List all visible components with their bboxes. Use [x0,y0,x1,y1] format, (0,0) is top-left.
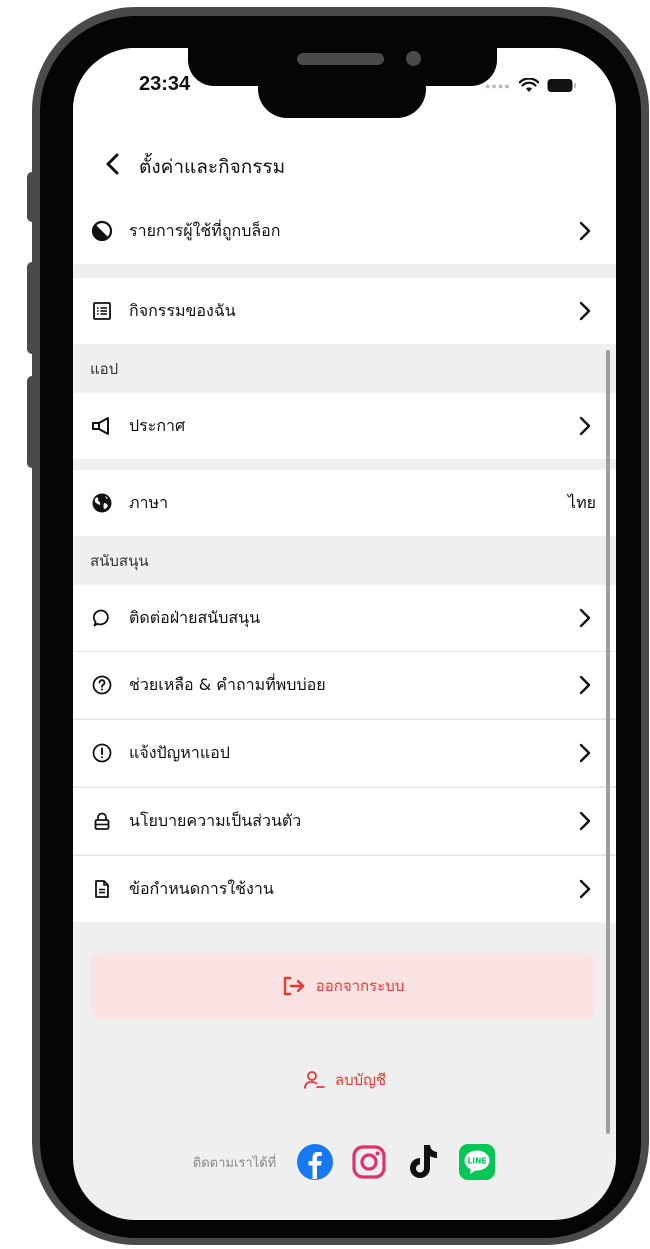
section-header-app: แอป [73,345,616,393]
megaphone-icon [91,415,113,437]
row-label: รายการผู้ใช้ที่ถูกบล็อก [129,220,281,240]
scrollbar[interactable] [606,350,610,1134]
line-icon[interactable]: LINE [458,1143,496,1181]
facebook-icon[interactable] [296,1143,334,1181]
privacy-policy-row[interactable]: นโยบายความเป็นส่วนตัว [73,788,616,854]
lock-icon [91,810,113,832]
document-icon [91,878,113,900]
phone-screen: 23:34 ●●●● ตั้งค่าและกิจกรรม รายการผู้ใช… [73,48,616,1220]
row-label: ช่วยเหลือ & คำถามที่พบบ่อย [129,674,326,694]
row-label: ข้อกำหนดการใช้งาน [129,878,274,898]
row-label: กิจกรรมของฉัน [129,300,236,320]
social-links: ติดตามเราได้ที่ LINE [73,1140,616,1184]
globe-icon [91,492,113,514]
logout-button[interactable]: ออกจากระบบ [91,953,595,1019]
chevron-right-icon [579,221,591,241]
logout-label: ออกจากระบบ [315,977,405,995]
phone-notch-lower [258,60,426,118]
section-title: สนับสนุน [90,552,149,570]
chevron-right-icon [579,675,591,695]
contact-support-row[interactable]: ติดต่อฝ่ายสนับสนุน [73,585,616,651]
row-label: ประกาศ [129,415,186,435]
row-label: นโยบายความเป็นส่วนตัว [129,810,302,830]
page-header: ตั้งค่าและกิจกรรม [73,128,616,208]
language-row[interactable]: ภาษา ไทย [73,470,616,536]
block-icon [91,220,113,242]
chevron-left-icon [106,153,119,175]
page-title: ตั้งค่าและกิจกรรม [139,156,286,178]
instagram-icon[interactable] [350,1143,388,1181]
chat-bubble-icon [91,607,113,629]
terms-of-use-row[interactable]: ข้อกำหนดการใช้งาน [73,856,616,922]
section-header-support: สนับสนุน [73,537,616,585]
status-icons: ●●●● [485,78,577,93]
help-circle-icon [91,674,113,696]
speaker-grille [297,53,384,65]
tiktok-icon[interactable] [404,1143,442,1181]
chevron-right-icon [579,416,591,436]
chevron-right-icon [579,743,591,763]
delete-account-label: ลบบัญชี [334,1071,387,1089]
status-time: 23:34 [139,73,191,95]
row-label: ติดต่อฝ่ายสนับสนุน [129,607,261,627]
user-remove-icon [303,1071,325,1089]
alert-circle-icon [91,742,113,764]
section-title: แอป [90,360,119,378]
announcements-row[interactable]: ประกาศ [73,393,616,459]
delete-account-button[interactable]: ลบบัญชี [73,1060,616,1100]
language-value: ไทย [568,492,596,512]
help-faq-row[interactable]: ช่วยเหลือ & คำถามที่พบบ่อย [73,652,616,718]
row-label: แจ้งปัญหาแอป [129,742,230,762]
back-button[interactable] [99,150,127,178]
signal-icon: ●●●● [485,80,511,91]
svg-text:LINE: LINE [468,1157,487,1166]
wifi-icon [518,78,539,92]
chevron-right-icon [579,301,591,321]
front-camera [406,51,421,66]
blocked-users-row[interactable]: รายการผู้ใช้ที่ถูกบล็อก [73,198,616,264]
chevron-right-icon [579,879,591,899]
report-problem-row[interactable]: แจ้งปัญหาแอป [73,720,616,786]
chevron-right-icon [579,608,591,628]
battery-icon [547,79,576,92]
chevron-right-icon [579,811,591,831]
logout-icon [283,976,304,996]
list-icon [91,300,113,322]
row-label: ภาษา [129,492,169,512]
my-activity-row[interactable]: กิจกรรมของฉัน [73,278,616,344]
follow-us-label: ติดตามเราได้ที่ [192,1155,277,1171]
